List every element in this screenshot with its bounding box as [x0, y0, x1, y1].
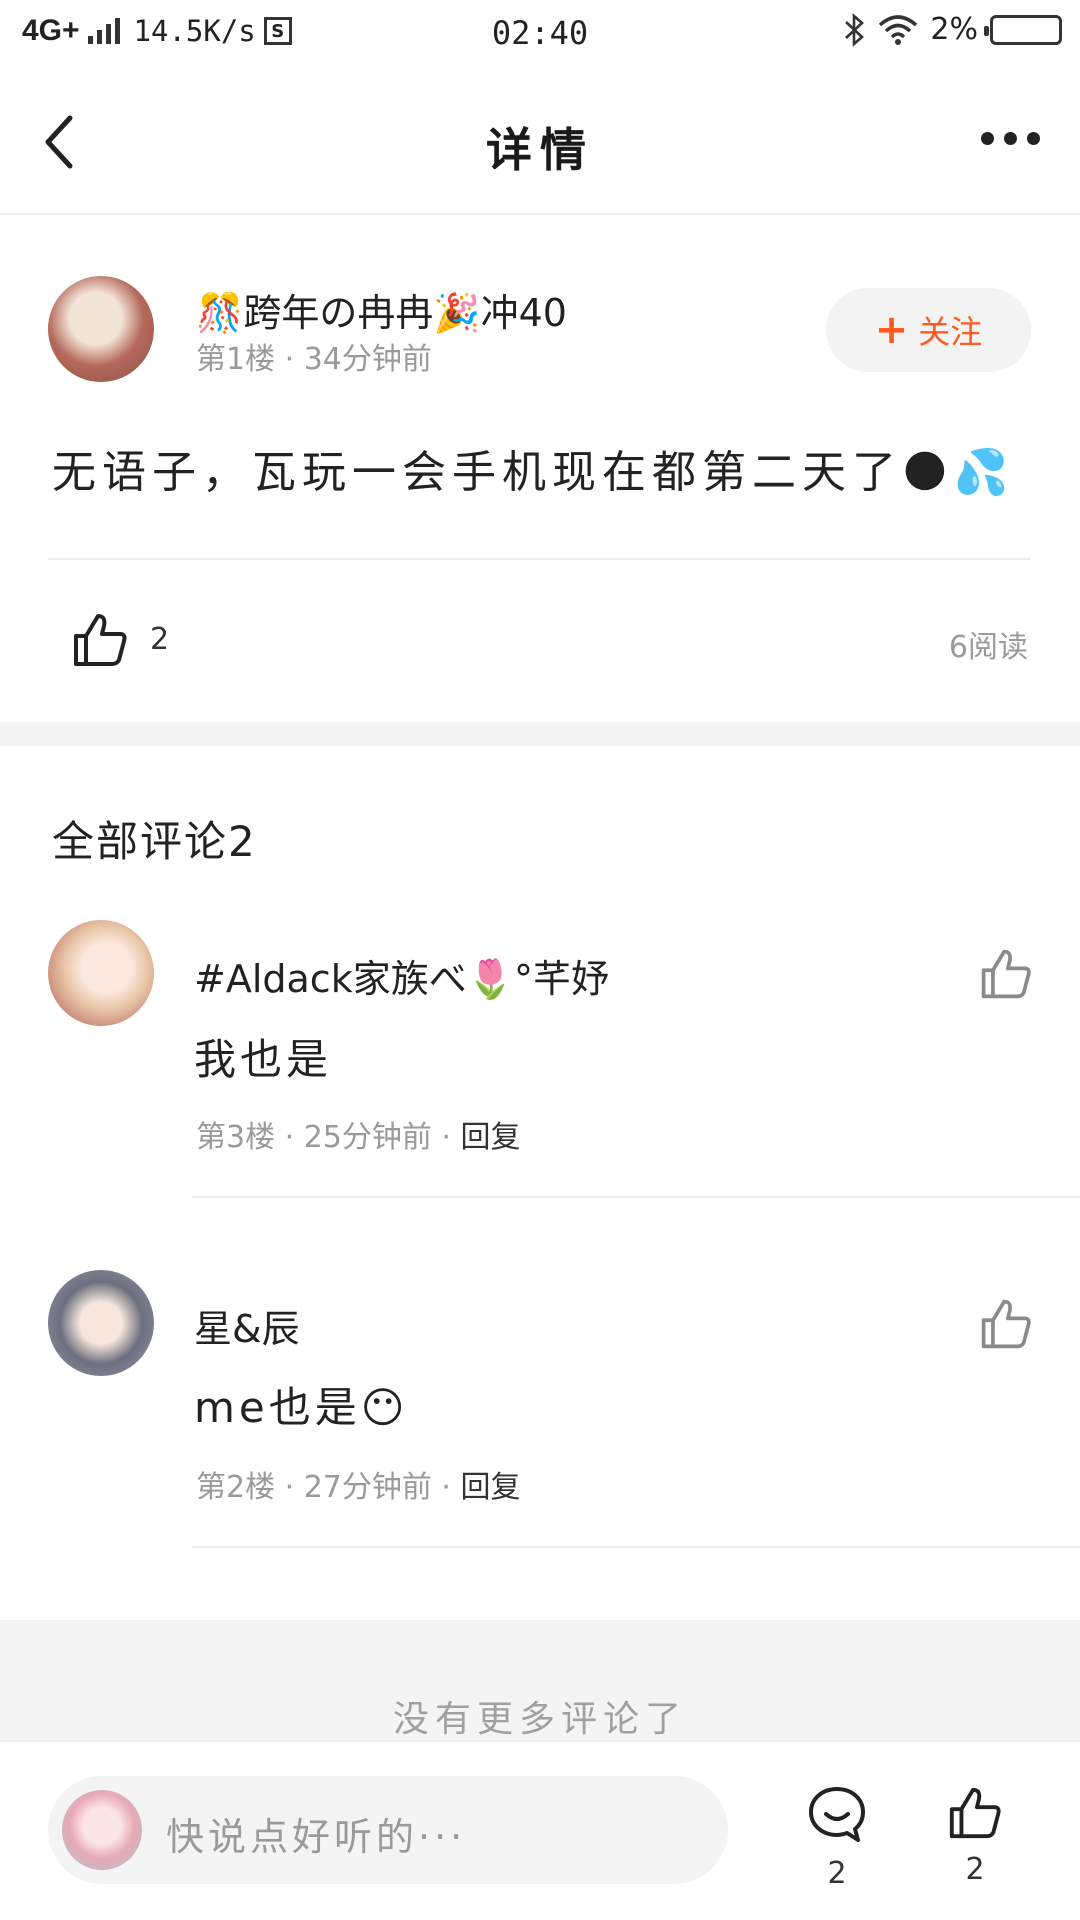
thumbs-up-icon[interactable] — [70, 610, 130, 670]
comment-author-name[interactable]: #Aldack家族べ🌷°芊妤 — [194, 948, 609, 1003]
no-more-comments: 没有更多评论了 — [392, 1699, 687, 1740]
comment-meta: 第2楼 · 27分钟前 · 回复 — [196, 1462, 520, 1506]
read-count: 6阅读 — [948, 630, 1028, 665]
status-right: 2% — [842, 12, 1062, 47]
divider — [192, 1546, 1080, 1548]
thumbs-up-icon[interactable] — [978, 1296, 1034, 1352]
thumbs-up-icon[interactable] — [978, 946, 1034, 1002]
page-title: 详情 — [486, 123, 594, 177]
comment-author-name[interactable]: 星&辰 — [194, 1298, 300, 1353]
divider — [48, 558, 1031, 560]
post-body: 无语子，瓦玩一会手机现在都第二天了🌑💦 — [52, 447, 1015, 498]
more-dots-icon[interactable] — [981, 132, 1040, 145]
plus-icon: + — [874, 307, 909, 353]
post-author-name[interactable]: 🎊跨年の冉冉🎉冲40 — [196, 282, 567, 337]
battery-percent: 2% — [930, 12, 978, 47]
comment-bubble-icon — [809, 1787, 865, 1842]
comment-avatar[interactable] — [48, 920, 154, 1026]
follow-button[interactable]: + 关注 — [826, 288, 1031, 372]
post-meta: 第1楼 · 34分钟前 — [196, 342, 432, 377]
bottom-bar: 快说点好听的··· 2 2 — [0, 1740, 1080, 1920]
reply-button[interactable]: 回复 — [460, 1120, 520, 1155]
comment-button[interactable]: 2 — [802, 1784, 872, 1891]
thumbs-up-icon — [949, 1787, 1001, 1839]
my-avatar — [62, 1790, 142, 1870]
comment-count: 2 — [827, 1856, 847, 1891]
comment-floor-time: 第3楼 · 25分钟前 · — [196, 1120, 461, 1155]
comment-floor-time: 第2楼 · 27分钟前 · — [196, 1470, 461, 1505]
post-author-avatar[interactable] — [48, 276, 154, 382]
status-bar: 4G+ 14.5K/s S 02:40 2% — [0, 0, 1080, 70]
bluetooth-icon — [845, 12, 865, 47]
top-nav-bar: 详情 — [0, 70, 1080, 215]
reply-button[interactable]: 回复 — [460, 1470, 520, 1505]
post-like-count: 2 — [150, 622, 170, 657]
section-separator — [0, 722, 1080, 746]
wifi-icon — [879, 14, 918, 45]
comment-input[interactable]: 快说点好听的··· — [48, 1776, 728, 1884]
comment-text: me也是😶 — [194, 1383, 409, 1432]
comment-text: 我也是 — [194, 1035, 333, 1084]
comment-avatar[interactable] — [48, 1270, 154, 1376]
comments-title: 全部评论2 — [52, 817, 257, 866]
comment-input-placeholder: 快说点好听的··· — [166, 1815, 467, 1859]
divider — [192, 1196, 1080, 1198]
follow-label: 关注 — [918, 313, 983, 351]
like-button[interactable]: 2 — [940, 1784, 1010, 1887]
like-count: 2 — [965, 1852, 985, 1887]
comment-meta: 第3楼 · 25分钟前 · 回复 — [196, 1112, 520, 1156]
battery-icon — [984, 14, 1062, 45]
